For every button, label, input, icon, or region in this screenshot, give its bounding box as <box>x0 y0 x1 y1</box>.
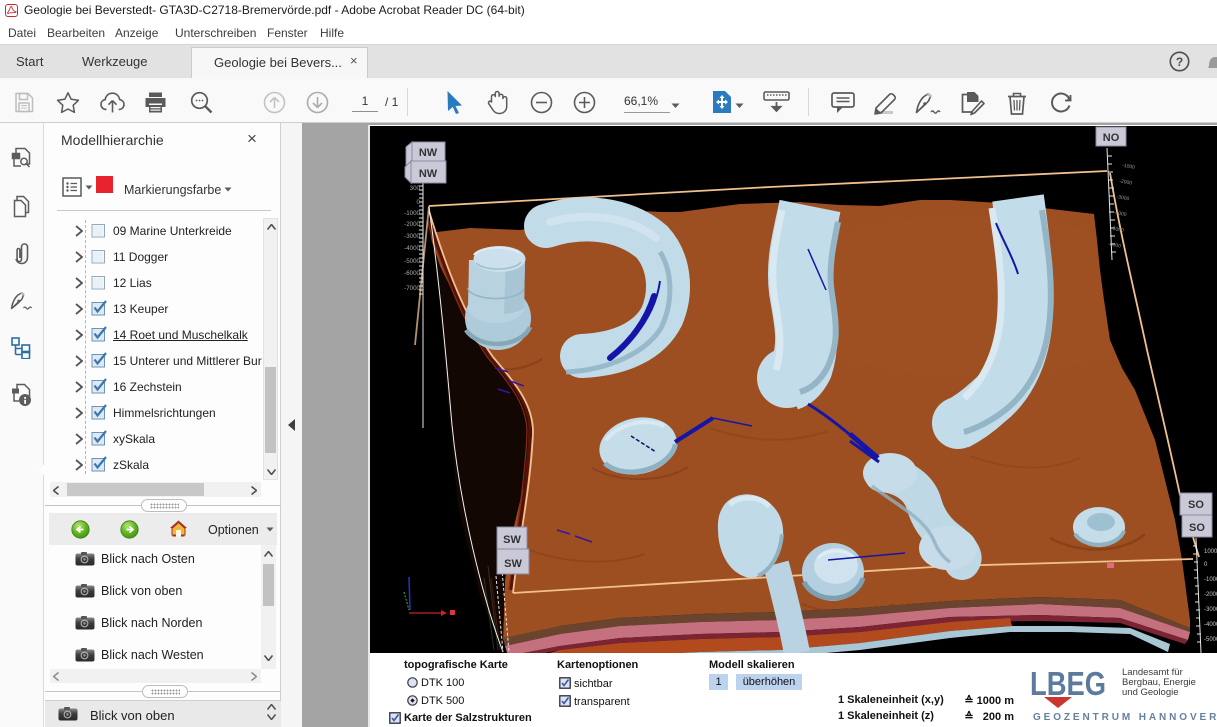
svg-text:-2000: -2000 <box>1204 592 1217 598</box>
svg-text:NW: NW <box>419 168 438 180</box>
svg-text:-4000: -4000 <box>1204 622 1217 628</box>
svg-text:-5000: -5000 <box>404 258 420 265</box>
svg-text:NW: NW <box>419 147 438 159</box>
svg-text:-4000: -4000 <box>404 245 420 252</box>
svg-text:SW: SW <box>504 558 522 570</box>
svg-text:-3000: -3000 <box>404 233 420 240</box>
svg-text:-3000: -3000 <box>1204 607 1217 613</box>
svg-text:-1000: -1000 <box>404 210 420 217</box>
svg-text:-2000: -2000 <box>404 221 420 228</box>
svg-text:?: ? <box>1176 55 1183 69</box>
svg-text:-1000: -1000 <box>1204 577 1217 583</box>
svg-text:SO: SO <box>1188 499 1204 511</box>
svg-text:-6000: -6000 <box>404 270 420 277</box>
svg-text:1000: 1000 <box>1204 549 1217 555</box>
svg-text:300: 300 <box>410 185 421 192</box>
svg-text:NO: NO <box>1103 132 1120 144</box>
svg-text:LBEG: LBEG <box>1030 667 1106 702</box>
svg-text:-5000: -5000 <box>1204 637 1217 643</box>
svg-text:SO: SO <box>1189 522 1205 534</box>
svg-text:-7000: -7000 <box>404 285 420 292</box>
svg-text:SW: SW <box>503 534 521 546</box>
svg-text:0: 0 <box>417 199 421 206</box>
